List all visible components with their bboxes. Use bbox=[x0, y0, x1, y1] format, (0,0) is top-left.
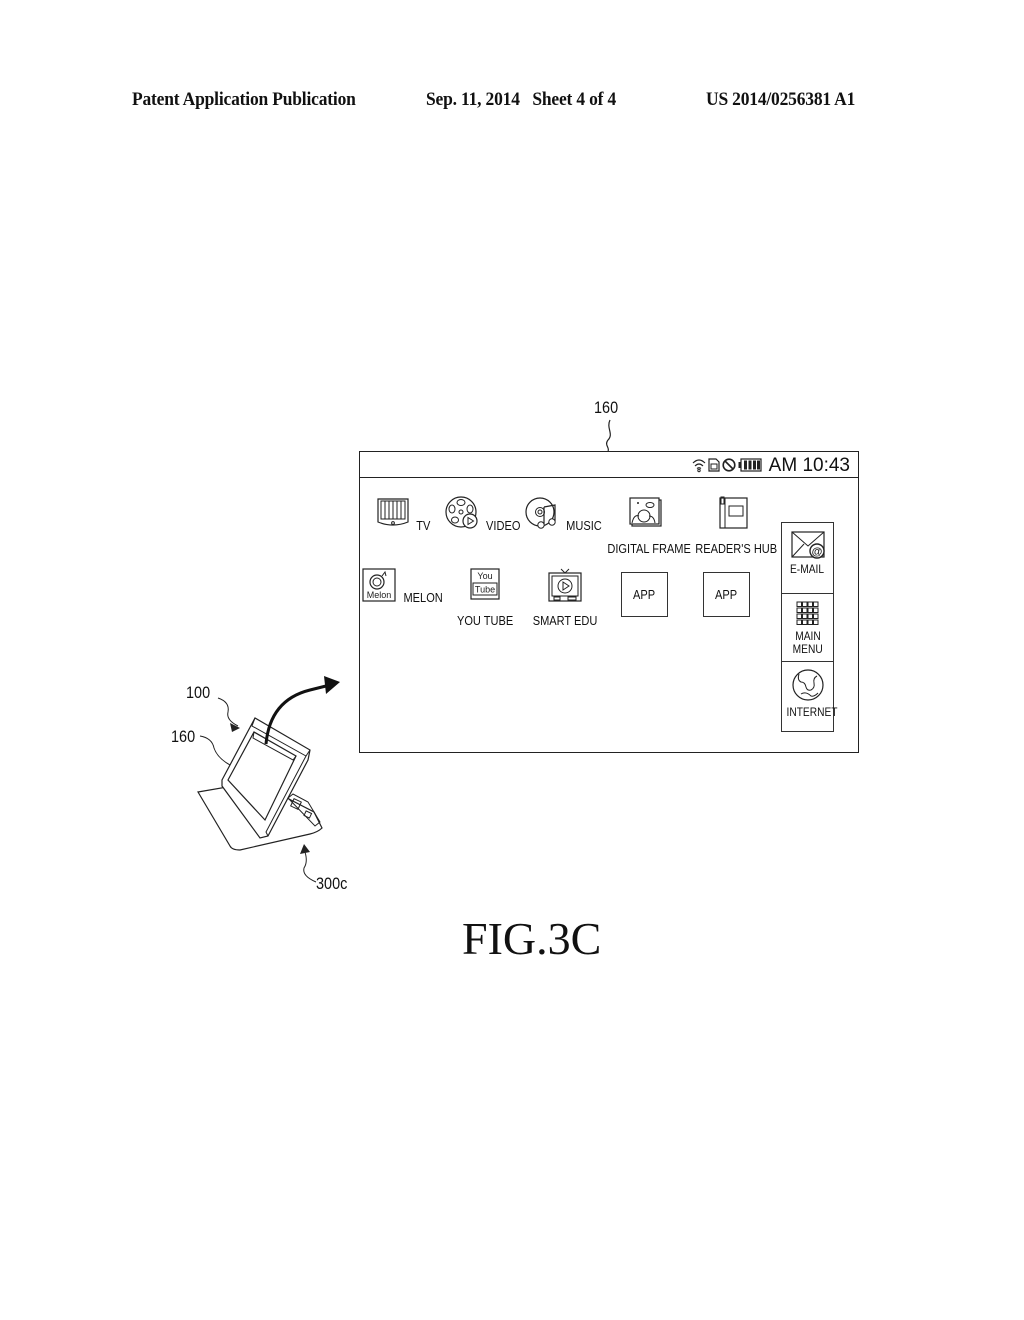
app-youtube[interactable]: You Tube YOU TUBE bbox=[440, 568, 530, 630]
leader-line-cover bbox=[303, 851, 317, 883]
side-dock: @ E-MAIL MAIN MENU INTERNET bbox=[781, 522, 838, 732]
app-label: MUSIC bbox=[566, 518, 603, 533]
tv-play-icon bbox=[548, 568, 582, 602]
tv-icon bbox=[377, 498, 410, 526]
app-melon[interactable]: Melon MELON bbox=[359, 568, 449, 607]
app-video[interactable]: VIDEO bbox=[439, 496, 529, 535]
app-placeholder-2[interactable]: APP bbox=[703, 572, 750, 617]
app-digital-frame[interactable]: DIGITAL FRAME bbox=[600, 496, 691, 558]
dock-main-menu[interactable]: MAIN MENU bbox=[782, 594, 833, 662]
grid-icon bbox=[796, 601, 818, 625]
melon-icon-text: Melon bbox=[366, 590, 391, 600]
status-bar: AM 10:43 bbox=[360, 452, 858, 478]
melon-icon: Melon bbox=[362, 568, 396, 602]
dock-email[interactable]: @ E-MAIL bbox=[782, 523, 833, 594]
book-icon bbox=[719, 496, 748, 529]
leader-line-device bbox=[217, 697, 239, 727]
film-reel-icon bbox=[444, 496, 478, 529]
app-tv[interactable]: TV bbox=[359, 496, 449, 535]
tablet-side bbox=[287, 793, 321, 827]
curved-arrowhead bbox=[324, 676, 340, 694]
tablet-with-cover-drawing bbox=[197, 676, 340, 883]
app-label: READER'S HUB bbox=[695, 541, 778, 556]
no-sign-icon bbox=[722, 458, 736, 472]
globe-icon bbox=[791, 669, 824, 701]
dock-label-line2: MENU bbox=[792, 642, 823, 656]
figure-caption: FIG.3C bbox=[462, 913, 602, 964]
email-icon: @ bbox=[790, 531, 825, 559]
app-label: SMART EDU bbox=[532, 613, 598, 628]
wifi-icon bbox=[692, 459, 706, 473]
status-icons bbox=[692, 457, 762, 473]
sd-card-icon bbox=[708, 458, 720, 472]
publication-date-sheet: Sep. 11, 2014 Sheet 4 of 4 bbox=[426, 89, 617, 110]
app-readers-hub[interactable]: READER'S HUB bbox=[688, 496, 778, 558]
battery-icon bbox=[738, 458, 762, 472]
youtube-icon: You Tube bbox=[470, 568, 500, 600]
app-label: APP bbox=[715, 587, 738, 602]
music-disc-icon bbox=[525, 497, 556, 529]
svg-text:@: @ bbox=[811, 546, 822, 558]
app-label: TV bbox=[416, 518, 431, 533]
app-music[interactable]: MUSIC bbox=[520, 496, 610, 535]
app-label: MELON bbox=[403, 590, 443, 605]
status-time: AM 10:43 bbox=[768, 455, 850, 476]
dock-label: E-MAIL bbox=[790, 562, 825, 576]
leader-line-screen bbox=[605, 419, 611, 452]
publication-title: Patent Application Publication bbox=[132, 89, 356, 110]
ref-label-screen: 160 bbox=[594, 398, 619, 417]
device-screen-display: AM 10:43 TV VIDEO MUSIC DIGITAL FRAME RE… bbox=[359, 451, 859, 753]
youtube-icon-text-bottom: Tube bbox=[475, 585, 495, 595]
app-label: APP bbox=[633, 587, 656, 602]
dock-internet[interactable]: INTERNET bbox=[782, 662, 838, 732]
youtube-icon-text-top: You bbox=[477, 571, 492, 581]
app-smart-edu[interactable]: SMART EDU bbox=[520, 568, 610, 630]
app-label: DIGITAL FRAME bbox=[607, 541, 691, 556]
app-label: YOU TUBE bbox=[456, 613, 514, 628]
app-placeholder-1[interactable]: APP bbox=[621, 572, 668, 617]
photo-frame-icon bbox=[629, 497, 662, 527]
app-label: VIDEO bbox=[486, 518, 521, 533]
publication-number: US 2014/0256381 A1 bbox=[706, 89, 856, 110]
dock-label: INTERNET bbox=[786, 705, 838, 719]
